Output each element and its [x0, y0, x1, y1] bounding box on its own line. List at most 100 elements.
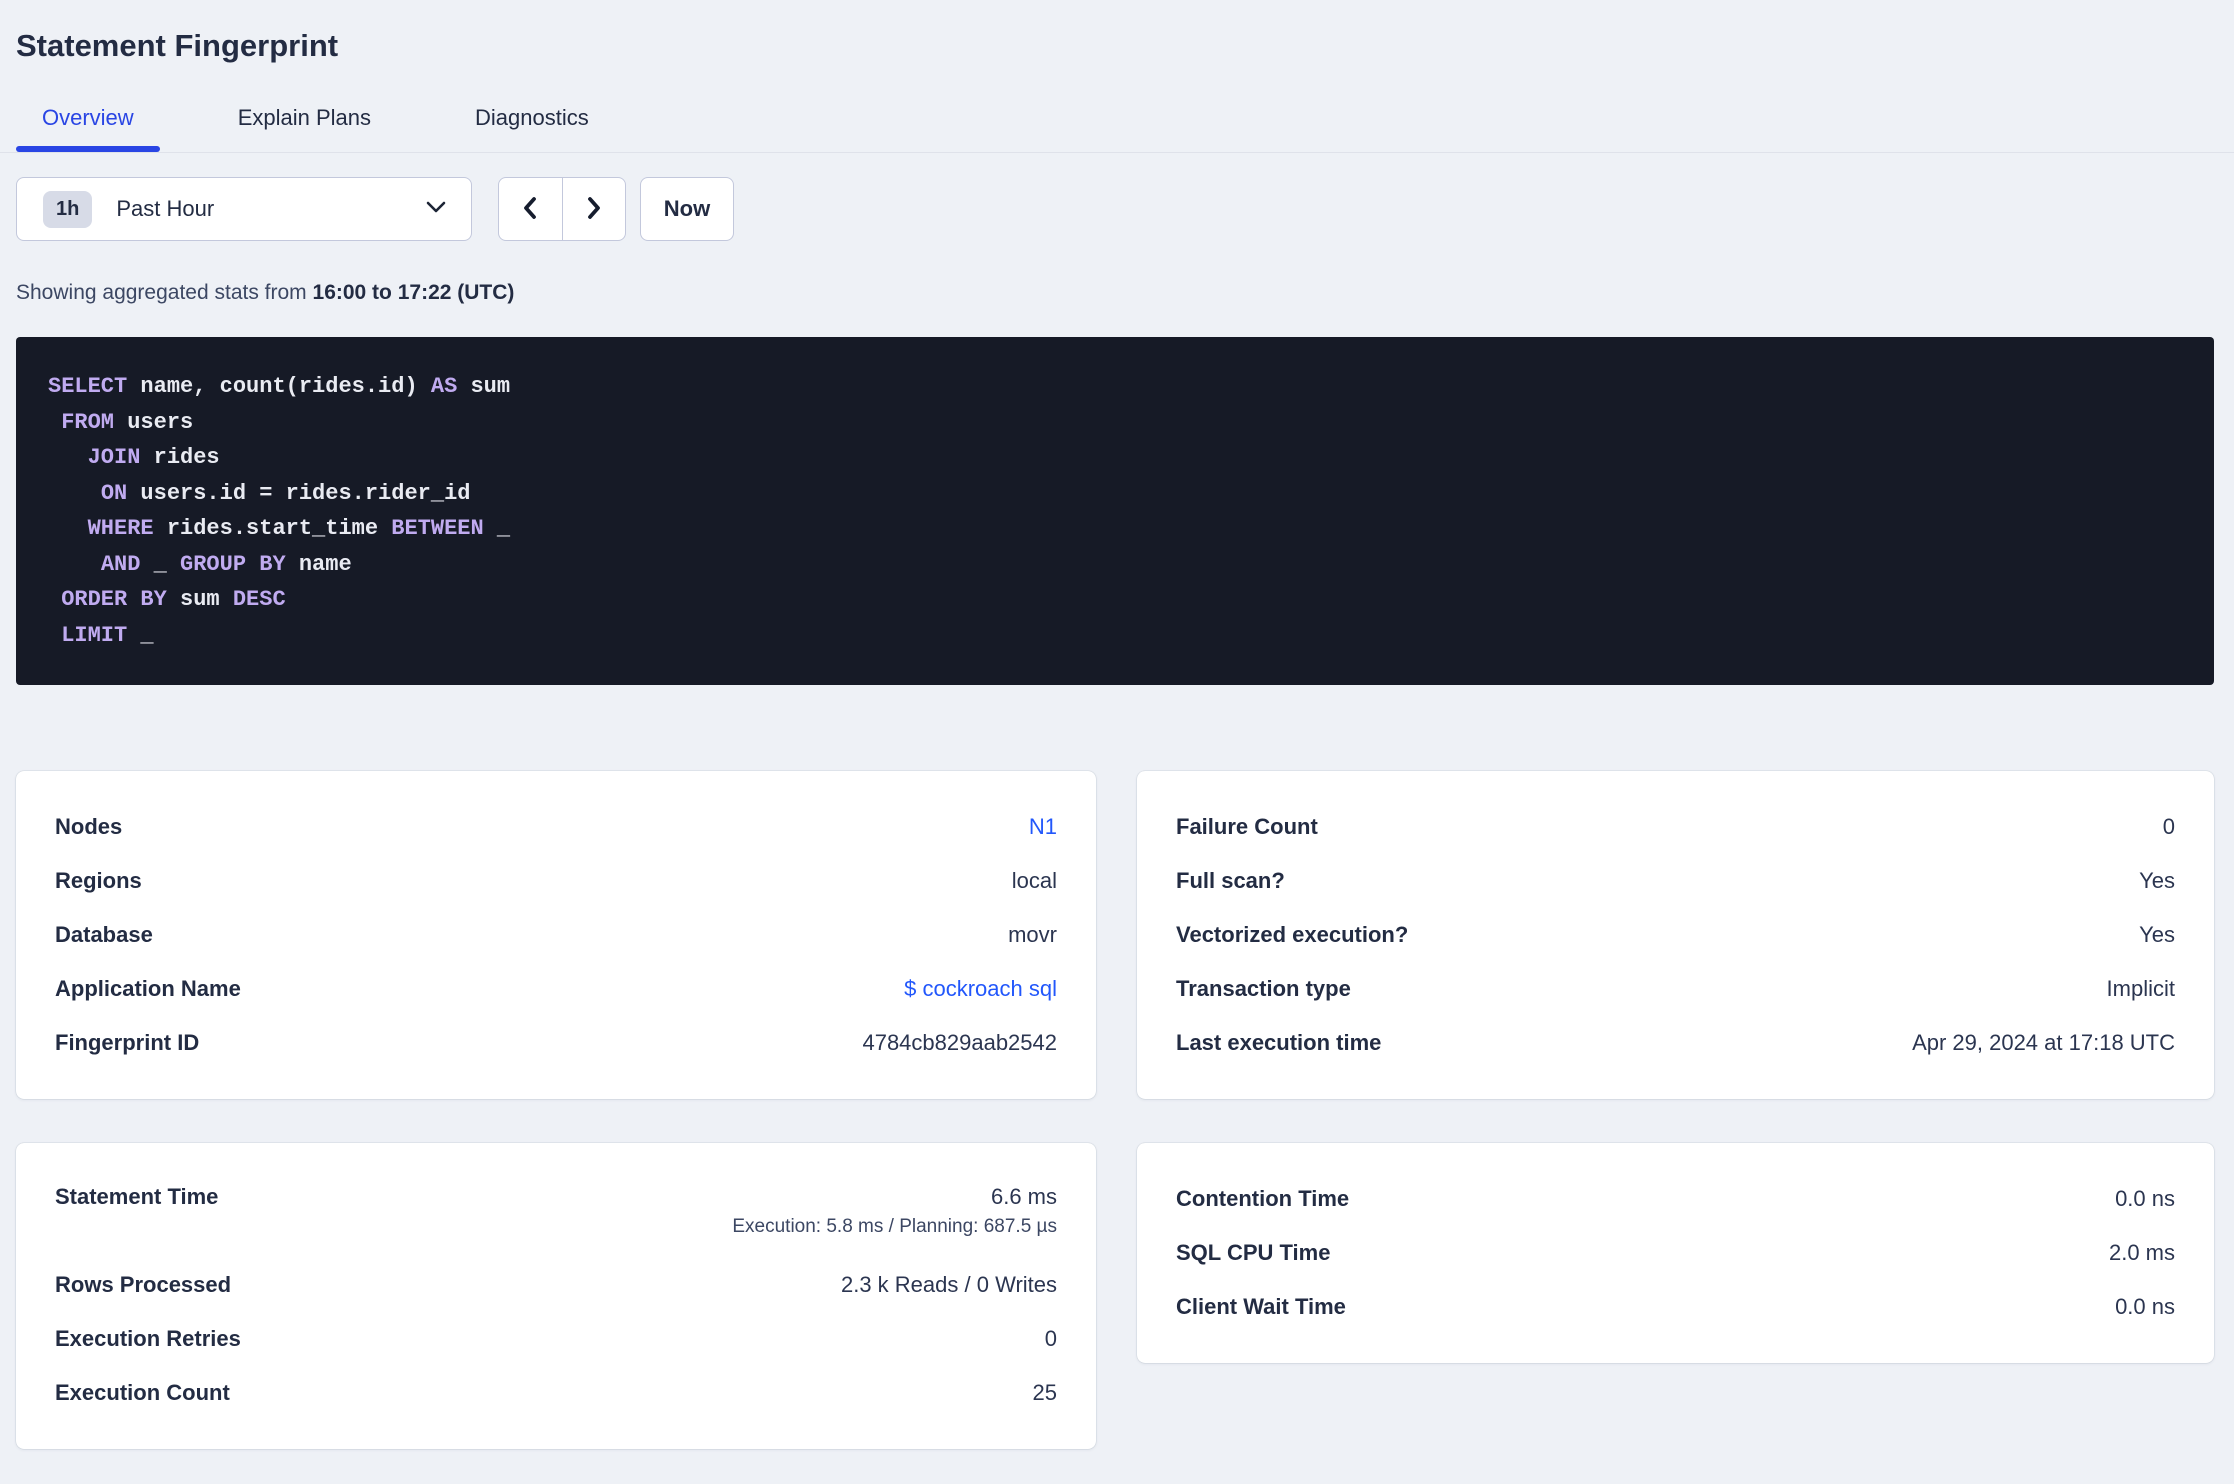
interval-step-group — [498, 177, 626, 241]
stat-label: Execution Count — [55, 1380, 230, 1405]
stat-value-wrap: 4784cb829aab2542 — [862, 1030, 1057, 1056]
stat-label: Nodes — [55, 814, 123, 839]
chevron-down-icon — [425, 200, 447, 219]
stat-row: SQL CPU Time 2.0 ms — [1176, 1226, 2175, 1280]
chevron-right-icon — [583, 194, 605, 225]
stat-row: Transaction type Implicit — [1176, 962, 2175, 1016]
stat-value: Apr 29, 2024 at 17:18 UTC — [1912, 1030, 2175, 1055]
tab-bar: Overview Explain Plans Diagnostics — [0, 97, 2234, 153]
stat-value-wrap: Implicit — [2107, 976, 2175, 1002]
next-interval-button[interactable] — [561, 178, 626, 240]
tab-explain-plans[interactable]: Explain Plans — [212, 97, 397, 152]
stat-row: Execution Count 25 — [55, 1366, 1057, 1420]
stat-value: 25 — [1032, 1380, 1057, 1405]
stat-label: Fingerprint ID — [55, 1030, 200, 1055]
stat-row: Fingerprint ID 4784cb829aab2542 — [55, 1016, 1057, 1070]
stat-subvalue: Execution: 5.8 ms / Planning: 687.5 µs — [732, 1216, 1057, 1237]
stat-value-wrap: 2.3 k Reads / 0 Writes — [841, 1272, 1057, 1298]
stat-value-wrap: $ cockroach sql — [904, 976, 1057, 1002]
now-button[interactable]: Now — [640, 177, 734, 241]
stat-row: Full scan? Yes — [1176, 854, 2175, 908]
statement-times-card: Statement Time 6.6 ms Execution: 5.8 ms / … — [16, 1143, 1096, 1449]
tab-diagnostics[interactable]: Diagnostics — [449, 97, 615, 152]
stat-value: 4784cb829aab2542 — [862, 1030, 1057, 1055]
wait-times-card: Contention Time 0.0 ns SQL CPU Time 2.0 ms C… — [1137, 1143, 2214, 1363]
stat-label: Full scan? — [1176, 868, 1285, 893]
stat-value: 0 — [1044, 1326, 1057, 1351]
statement-info-card: Nodes N1 Regions local Database movr Applicati… — [16, 771, 1096, 1099]
interval-badge: 1h — [43, 190, 93, 228]
stat-label: Rows Processed — [55, 1272, 232, 1297]
stat-label: Regions — [55, 868, 142, 893]
stat-row: Application Name $ cockroach sql — [55, 962, 1057, 1016]
stat-row: Failure Count 0 — [1176, 800, 2175, 854]
sql-line: SELECT name, count(rides.id) AS sum — [48, 374, 511, 399]
sql-line: FROM users — [61, 409, 194, 435]
stat-row: Regions local — [55, 854, 1057, 908]
stat-label: Execution Retries — [55, 1326, 241, 1351]
sql-line: JOIN rides — [87, 445, 220, 470]
time-toolbar: 1h Past Hour Now — [16, 177, 2214, 241]
stat-label: Transaction type — [1176, 976, 1351, 1001]
interval-label: Past Hour — [116, 196, 215, 221]
stat-label: Last execution time — [1176, 1030, 1382, 1055]
stat-label: SQL CPU Time — [1176, 1240, 1331, 1265]
stat-value-wrap: Apr 29, 2024 at 17:18 UTC — [1912, 1030, 2175, 1056]
stat-label: Failure Count — [1176, 814, 1318, 839]
stat-value-wrap: 0.0 ns — [2115, 1294, 2175, 1320]
stat-row: Nodes N1 — [55, 800, 1057, 854]
stat-row: Client Wait Time 0.0 ns — [1176, 1280, 2175, 1334]
statement-fingerprint-page: Statement Fingerprint Overview Explain Pl… — [0, 26, 2234, 1484]
stat-value: Yes — [2139, 922, 2175, 947]
stat-value-wrap: 0 — [1045, 1326, 1057, 1352]
stat-value: 0.0 ns — [2115, 1294, 2175, 1319]
stat-value-wrap: 0.0 ns — [2115, 1186, 2175, 1212]
cards-row-times: Statement Time 6.6 ms Execution: 5.8 ms / … — [16, 1143, 2214, 1449]
sql-line: AND _ GROUP BY name — [100, 551, 352, 577]
page-title: Statement Fingerprint — [16, 28, 339, 63]
stat-value: 0 — [2162, 814, 2175, 839]
chevron-left-icon — [519, 194, 541, 225]
stat-value: Yes — [2139, 868, 2175, 893]
stat-value-wrap: 0 — [2163, 814, 2175, 840]
stat-label: Contention Time — [1176, 1186, 1350, 1211]
stat-label: Vectorized execution? — [1176, 922, 1409, 947]
stat-row: Execution Retries 0 — [55, 1312, 1057, 1366]
stat-value-wrap: 6.6 ms Execution: 5.8 ms / Planning: 687.… — [732, 1184, 1057, 1238]
sql-line: LIMIT _ — [61, 622, 154, 648]
stat-value-link[interactable]: N1 — [1029, 814, 1057, 840]
stat-label: Statement Time — [55, 1184, 219, 1209]
sql-code-block: SELECT name, count(rides.id) AS sum FROM… — [16, 337, 2214, 685]
stat-value-wrap: local — [1012, 868, 1057, 894]
sql-line: WHERE rides.start_time BETWEEN _ — [87, 516, 511, 541]
sql-line: ORDER BY sum DESC — [61, 587, 286, 612]
stats-summary: Showing aggregated stats from 16:00 to 1… — [16, 281, 2214, 305]
stat-value: 2.3 k Reads / 0 Writes — [840, 1272, 1057, 1297]
stat-value: 2.0 ms — [2108, 1240, 2175, 1265]
stat-value-wrap: N1 — [1029, 814, 1057, 840]
execution-attributes-card: Failure Count 0 Full scan? Yes Vectorized ex… — [1137, 771, 2214, 1099]
prev-interval-button[interactable] — [499, 178, 562, 240]
sql-line: ON users.id = rides.rider_id — [100, 480, 471, 506]
stat-value: 6.6 ms — [990, 1184, 1057, 1209]
stat-row: Statement Time 6.6 ms Execution: 5.8 ms / … — [55, 1172, 1057, 1258]
stat-row: Database movr — [55, 908, 1057, 962]
stat-label: Client Wait Time — [1176, 1294, 1346, 1319]
stat-value-wrap: Yes — [2139, 922, 2175, 948]
stats-summary-text: Showing aggregated stats from — [16, 281, 313, 304]
stat-value-wrap: 25 — [1033, 1380, 1057, 1406]
stat-value-wrap: movr — [1008, 922, 1057, 948]
stat-value: movr — [1008, 922, 1057, 947]
stat-value-wrap: Yes — [2139, 868, 2175, 894]
stat-row: Rows Processed 2.3 k Reads / 0 Writes — [55, 1258, 1057, 1312]
stat-row: Last execution time Apr 29, 2024 at 17:18… — [1176, 1016, 2175, 1070]
stat-row: Contention Time 0.0 ns — [1176, 1172, 2175, 1226]
stat-value-link[interactable]: $ cockroach sql — [904, 976, 1057, 1002]
time-interval-picker[interactable]: 1h Past Hour — [16, 177, 472, 241]
stat-value: Implicit — [2106, 976, 2175, 1001]
stats-summary-range: 16:00 to 17:22 (UTC) — [312, 281, 515, 304]
tab-overview[interactable]: Overview — [16, 97, 160, 152]
stat-value: local — [1011, 868, 1057, 893]
stat-value: 0.0 ns — [2115, 1186, 2175, 1211]
stat-label: Database — [55, 922, 153, 947]
